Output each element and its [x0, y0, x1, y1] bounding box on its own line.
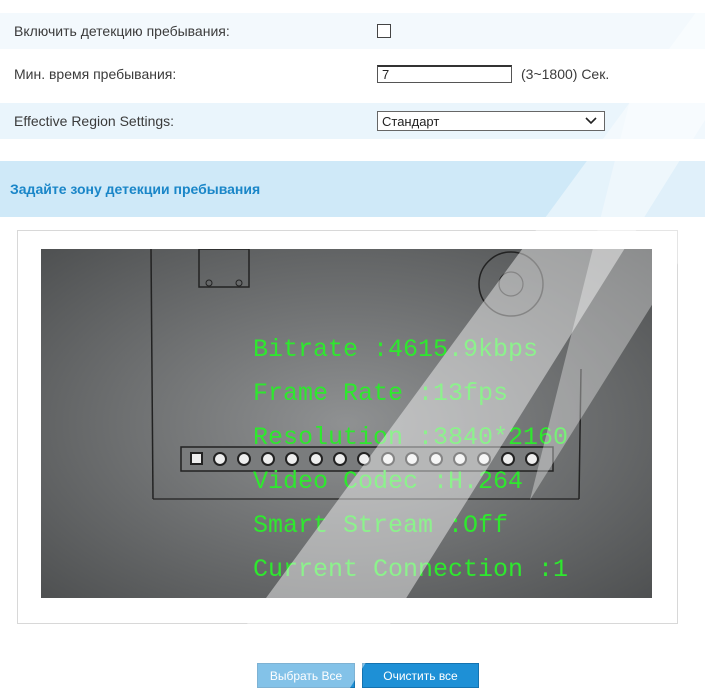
osd-resolution: Resolution :3840*2160: [253, 423, 569, 452]
osd-current-connection: Current Connection :1: [253, 555, 569, 584]
select-all-button[interactable]: Выбрать Все: [257, 663, 355, 688]
min-time-row: Мин. время пребывания: (3~1800) Сек.: [0, 56, 705, 92]
section-header: Задайте зону детекции пребывания: [0, 161, 705, 217]
region-settings-row: Effective Region Settings: Стандарт: [0, 103, 705, 139]
enable-detection-row: Включить детекцию пребывания:: [0, 13, 705, 49]
osd-bitrate: Bitrate :4615.9kbps: [253, 335, 539, 364]
section-title: Задайте зону детекции пребывания: [10, 181, 261, 197]
osd-overlay: Bitrate :4615.9kbps Frame Rate :13fps Re…: [41, 249, 652, 598]
video-preview[interactable]: Bitrate :4615.9kbps Frame Rate :13fps Re…: [41, 249, 652, 598]
chevron-down-icon: [585, 117, 597, 125]
min-time-range: (3~1800) Сек.: [521, 66, 610, 82]
min-time-input[interactable]: [377, 65, 512, 83]
region-settings-value: Стандарт: [382, 113, 440, 129]
min-time-label: Мин. время пребывания:: [14, 66, 177, 82]
region-settings-select[interactable]: Стандарт: [377, 111, 605, 131]
clear-all-button[interactable]: Очистить все: [362, 663, 479, 688]
osd-frame-rate: Frame Rate :13fps: [253, 379, 509, 408]
enable-detection-checkbox[interactable]: [377, 24, 391, 38]
osd-video-codec: Video Codec :H.264: [253, 467, 524, 496]
enable-detection-label: Включить детекцию пребывания:: [14, 23, 230, 39]
osd-smart-stream: Smart Stream :Off: [253, 511, 509, 540]
region-settings-label: Effective Region Settings:: [14, 113, 175, 129]
